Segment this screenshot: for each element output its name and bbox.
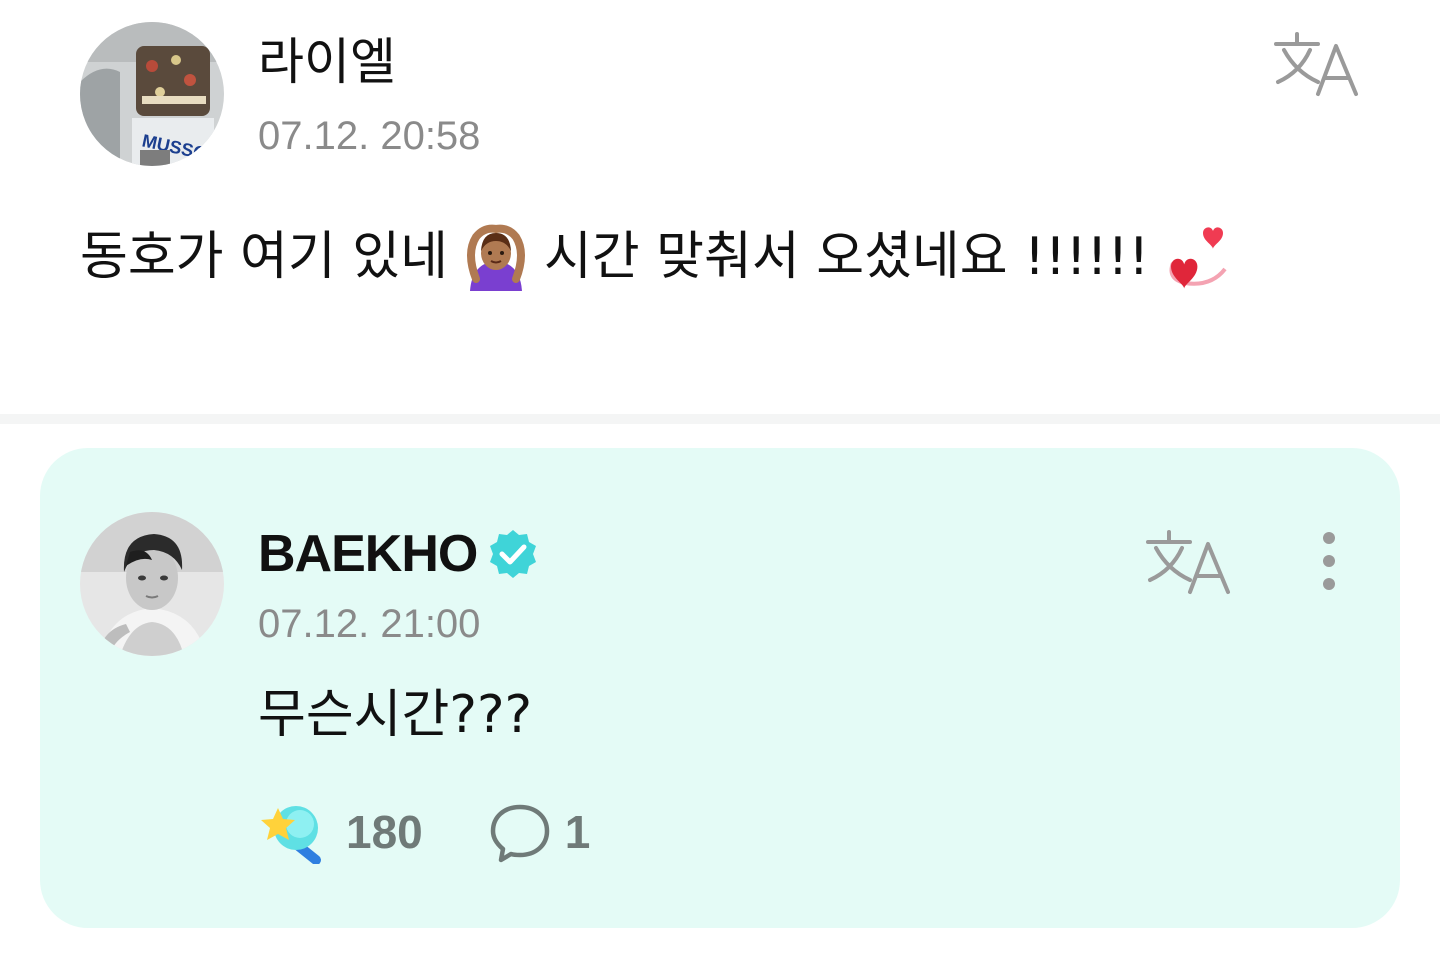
post-text-part-1: 동호가 여기 있네 — [80, 227, 448, 287]
artist-comment-card: BAEKHO 07.12. 21:00 무슨시간??? 180 1 — [40, 448, 1400, 928]
post-author-name[interactable]: 라이엘 — [258, 32, 396, 92]
post-text-part-2: 시간 맞춰서 오셨네요 !!!!!! — [543, 227, 1150, 287]
post: MUSSO 라이엘 07.12. 20:58 동호가 여기 있네 시간 맞춰서 … — [0, 0, 1440, 414]
reaction-count: 180 — [346, 806, 423, 858]
post-body: 동호가 여기 있네 시간 맞춰서 오셨네요 !!!!!! — [80, 222, 1380, 292]
reaction-button[interactable]: 180 — [258, 800, 423, 864]
comment-more-button[interactable] — [1306, 528, 1352, 594]
reply-button[interactable]: 1 — [489, 801, 591, 863]
comment-text: 무슨시간??? — [258, 685, 533, 745]
post-author-avatar[interactable]: MUSSO — [80, 22, 224, 166]
translate-icon — [1146, 530, 1230, 594]
woman-gesturing-ok-icon — [466, 224, 525, 291]
section-divider — [0, 414, 1440, 424]
comment-author-name-text: BAEKHO — [258, 525, 478, 583]
post-timestamp: 07.12. 20:58 — [258, 114, 481, 158]
speech-bubble-icon — [490, 804, 549, 863]
comment-actions: 180 1 — [258, 800, 590, 864]
post-translate-button[interactable] — [1272, 28, 1362, 98]
avatar-bag-image: MUSSO — [80, 22, 224, 166]
reply-count: 1 — [564, 806, 591, 858]
comment-author-name[interactable]: BAEKHO — [258, 524, 539, 584]
comment-timestamp: 07.12. 21:00 — [258, 602, 481, 646]
avatar-portrait-image — [80, 512, 224, 656]
comment-translate-button[interactable] — [1144, 526, 1234, 596]
lightstick-star-icon — [261, 806, 321, 864]
translate-icon — [1274, 32, 1358, 96]
verified-badge-icon — [490, 530, 537, 578]
comment-author-avatar[interactable] — [80, 512, 224, 656]
more-vertical-icon — [1323, 532, 1335, 590]
revolving-hearts-icon — [1169, 227, 1227, 289]
